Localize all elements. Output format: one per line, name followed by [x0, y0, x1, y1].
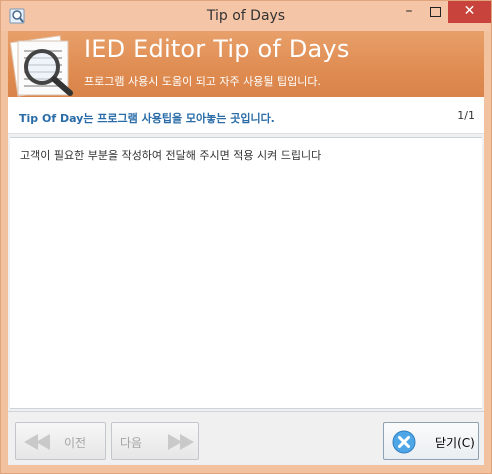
tip-header: Tip Of Day는 프로그램 사용팁을 모아놓는 곳입니다. 1/1 [8, 99, 484, 134]
previous-button-label: 이전 [64, 436, 87, 450]
footer-divider [8, 411, 484, 412]
banner-subtitle: 프로그램 사용시 도움이 되고 자주 사용될 팁입니다. [84, 75, 321, 88]
title-bar[interactable]: Tip of Days – ✕ [1, 1, 491, 31]
tip-content-text: 고객이 필요한 부분을 작성하여 전달해 주시면 적용 시켜 드립니다 [20, 149, 322, 162]
tip-of-days-window: Tip of Days – ✕ IED Editor Tip of Days 프… [0, 0, 492, 474]
previous-button[interactable]: 이전 [15, 422, 106, 460]
document-magnifier-icon [9, 35, 73, 97]
next-button[interactable]: 다음 [111, 422, 199, 460]
minimize-button[interactable]: – [396, 1, 422, 23]
maximize-icon [429, 7, 441, 17]
double-right-arrow-icon [168, 434, 194, 450]
tip-page-counter: 1/1 [457, 109, 475, 122]
tip-heading: Tip Of Day는 프로그램 사용팁을 모아놓는 곳입니다. [19, 112, 275, 125]
close-window-button[interactable]: ✕ [448, 1, 491, 23]
next-button-label: 다음 [120, 436, 143, 450]
close-x-circle-icon [392, 430, 416, 454]
close-button[interactable]: 닫기(C) [383, 422, 479, 460]
close-icon: ✕ [463, 3, 476, 19]
banner: IED Editor Tip of Days 프로그램 사용시 도움이 되고 자… [8, 31, 484, 97]
close-button-label: 닫기(C) [435, 436, 475, 450]
minimize-icon: – [405, 3, 413, 19]
dialog-client-area: IED Editor Tip of Days 프로그램 사용시 도움이 되고 자… [8, 31, 484, 465]
banner-title: IED Editor Tip of Days [84, 35, 350, 63]
tip-content-box[interactable]: 고객이 필요한 부분을 작성하여 전달해 주시면 적용 시켜 드립니다 [10, 137, 482, 409]
maximize-button[interactable] [422, 1, 448, 23]
double-left-arrow-icon [24, 434, 50, 450]
